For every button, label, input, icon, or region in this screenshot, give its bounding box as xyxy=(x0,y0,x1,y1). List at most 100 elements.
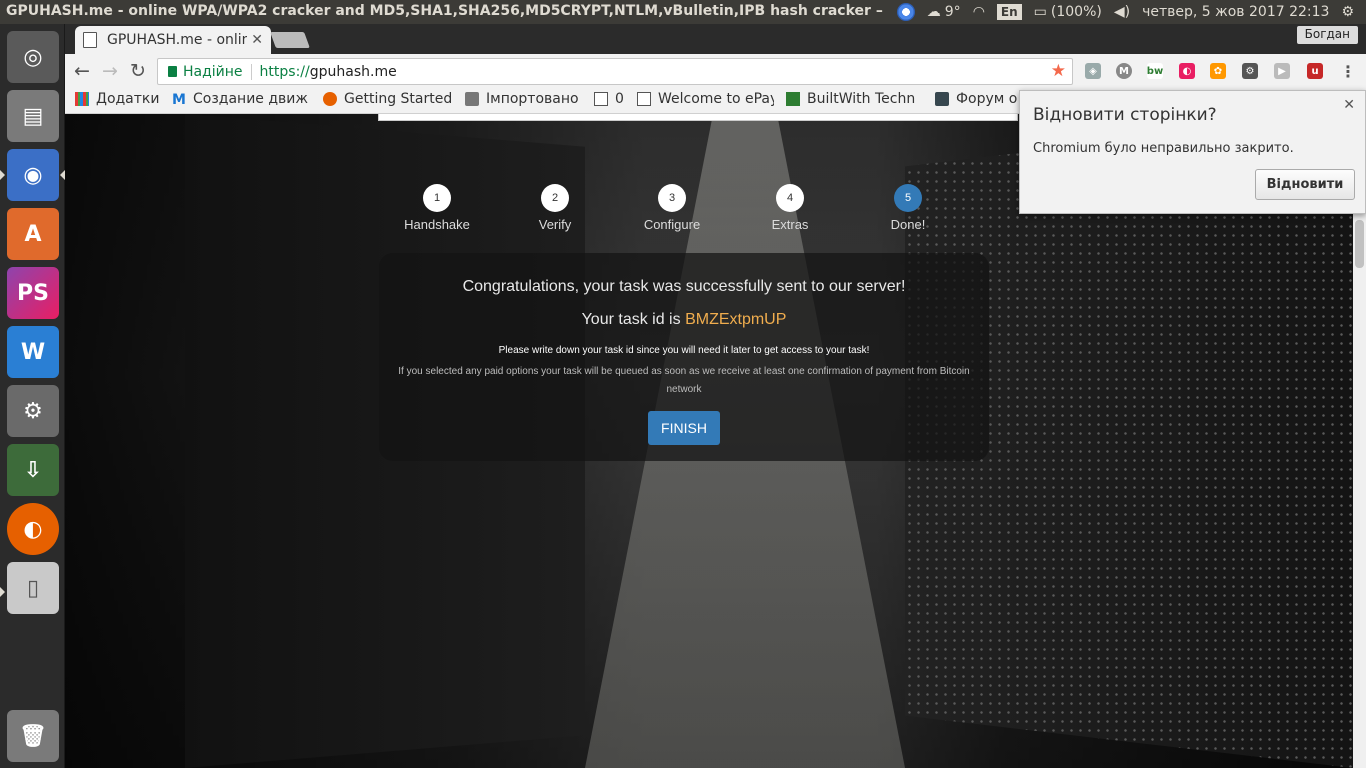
weather-indicator[interactable]: ☁ 9° xyxy=(927,4,961,20)
wifi-icon: ◠ xyxy=(972,4,985,20)
bookmark-epay[interactable]: Welcome to ePay xyxy=(637,91,774,107)
step-number: 1 xyxy=(423,184,451,212)
finish-button[interactable]: FINISH xyxy=(648,411,720,445)
success-panel: Congratulations, your task was successfu… xyxy=(379,253,989,461)
scrollbar-thumb[interactable] xyxy=(1355,220,1364,268)
url-host: gpuhash.me xyxy=(309,63,397,80)
tab-strip: GPUHASH.me - online WPA/WPA2 cracker ✕ Б… xyxy=(65,24,1366,54)
usb-drive-icon[interactable]: ▯ xyxy=(7,562,59,614)
task-id-prefix: Your task id is xyxy=(581,311,686,328)
omnibox-dropdown-edge xyxy=(378,114,1018,121)
page-icon xyxy=(637,92,651,106)
forum-icon xyxy=(935,92,949,106)
chromium-indicator[interactable] xyxy=(896,3,915,21)
terminal-download-icon[interactable]: ⇩ xyxy=(7,444,59,496)
shield-extension-icon[interactable]: ◈ xyxy=(1085,63,1101,79)
files-icon[interactable]: ▤ xyxy=(7,90,59,142)
system-settings-icon[interactable]: ⚙ xyxy=(7,385,59,437)
task-id-value: BMZExtpmUP xyxy=(685,311,787,328)
ubuntu-dash-icon[interactable]: ◎ xyxy=(7,31,59,83)
power-gear-icon: ⚙ xyxy=(1341,4,1354,20)
restore-title: Відновити сторінки? xyxy=(1033,105,1217,125)
profile-button[interactable]: Богдан xyxy=(1296,26,1358,44)
play-extension-icon[interactable]: ▶ xyxy=(1274,63,1290,79)
task-id-line: Your task id is BMZExtpmUP xyxy=(379,311,989,329)
tab-title: GPUHASH.me - online WPA/WPA2 cracker xyxy=(107,32,248,48)
step-label: Extras xyxy=(771,217,809,232)
bookmark-apps[interactable]: Додатки xyxy=(75,91,159,107)
bookmark-imported[interactable]: Імпортовано xyxy=(465,91,579,107)
trash-icon[interactable]: 🗑 xyxy=(7,710,59,762)
builtwith-extension-icon[interactable]: bw xyxy=(1147,63,1163,79)
session-indicator[interactable]: ⚙ xyxy=(1341,4,1354,20)
tab-close-icon[interactable]: ✕ xyxy=(251,32,263,48)
phpstorm-icon[interactable]: PS xyxy=(7,267,59,319)
bookmark-label: 0 xyxy=(615,91,624,107)
write-down-note: Please write down your task id since you… xyxy=(498,345,870,356)
step-label: Verify xyxy=(538,217,572,232)
bookmark-label: Welcome to ePay xyxy=(658,91,774,107)
keyboard-indicator[interactable]: En xyxy=(996,4,1022,20)
page-favicon-icon xyxy=(83,32,97,48)
restore-message: Chromium було неправильно закрито. xyxy=(1033,141,1294,156)
running-indicator xyxy=(0,587,5,597)
address-bar[interactable]: Надійне https://gpuhash.me ★ xyxy=(157,58,1073,85)
bookmark-builtwith[interactable]: BuiltWith Techn xyxy=(786,91,925,107)
clock-indicator[interactable]: четвер, 5 жов 2017 22:13 xyxy=(1142,4,1329,20)
m-extension-icon[interactable]: M xyxy=(1116,63,1132,79)
new-tab-button[interactable] xyxy=(270,32,310,48)
bookmark-label: Создание движ xyxy=(193,91,309,107)
software-center-icon[interactable]: A xyxy=(7,208,59,260)
wifi-indicator[interactable]: ◠ xyxy=(973,4,985,20)
gear-extension-icon[interactable]: ⚙ xyxy=(1242,63,1258,79)
window-title: GPUHASH.me - online WPA/WPA2 cracker and… xyxy=(6,3,886,19)
unity-launcher: ◎ ▤ ◉ A PS W ⚙ ⇩ ◐ ▯ 🗑 xyxy=(0,24,65,768)
bookmark-zero[interactable]: 0 xyxy=(594,91,624,107)
step-handshake: 1 Handshake xyxy=(387,184,487,232)
step-label: Configure xyxy=(643,217,701,232)
close-icon[interactable]: ✕ xyxy=(1343,97,1355,113)
wps-writer-icon[interactable]: W xyxy=(7,326,59,378)
bookmark-sozdanie[interactable]: M Создание движ xyxy=(172,91,312,107)
menu-kebab-icon[interactable]: ⋮ xyxy=(1340,62,1356,81)
vpn-extension-icon[interactable]: ◐ xyxy=(1179,63,1195,79)
bookmark-forum[interactable]: Форум о xyxy=(935,91,1021,107)
bookmark-label: Імпортовано xyxy=(486,91,579,107)
speaker-icon: ◀) xyxy=(1113,4,1131,20)
bookmark-label: BuiltWith Techn xyxy=(807,91,916,107)
reload-icon[interactable]: ↻ xyxy=(127,60,149,82)
page-icon xyxy=(594,92,608,106)
tab-gpuhash[interactable]: GPUHASH.me - online WPA/WPA2 cracker ✕ xyxy=(75,26,271,54)
apps-grid-icon xyxy=(75,92,89,106)
step-done: 5 Done! xyxy=(858,184,958,232)
chromium-tray-icon xyxy=(896,3,915,21)
restore-button[interactable]: Відновити xyxy=(1255,169,1355,200)
colorful-extension-icon[interactable]: ✿ xyxy=(1210,63,1226,79)
running-indicator xyxy=(0,170,5,180)
step-extras: 4 Extras xyxy=(740,184,840,232)
bookmark-star-icon[interactable]: ★ xyxy=(1051,61,1066,81)
firefox-icon[interactable]: ◐ xyxy=(7,503,59,555)
battery-icon: ▭ xyxy=(1033,4,1047,20)
browser-window: GPUHASH.me - online WPA/WPA2 cracker ✕ Б… xyxy=(65,24,1366,768)
firefox-icon xyxy=(323,92,337,106)
folder-icon xyxy=(465,92,479,106)
top-panel: GPUHASH.me - online WPA/WPA2 cracker and… xyxy=(0,0,1366,24)
chromium-icon[interactable]: ◉ xyxy=(7,149,59,201)
url-protocol: https:// xyxy=(259,63,310,80)
bookmark-label: Додатки xyxy=(96,91,160,107)
congrats-message: Congratulations, your task was successfu… xyxy=(462,278,906,295)
back-arrow-icon[interactable]: ← xyxy=(71,60,93,82)
clock: четвер, 5 жов 2017 22:13 xyxy=(1142,4,1330,20)
bookmark-getting-started[interactable]: Getting Started xyxy=(323,91,452,107)
sound-indicator[interactable]: ◀) xyxy=(1114,4,1130,20)
weather-temp: 9° xyxy=(944,4,961,20)
cloud-rain-icon: ☁ xyxy=(926,4,941,20)
step-number: 4 xyxy=(776,184,804,212)
system-tray: ☁ 9° ◠ En ▭ (100%) ◀) четвер, 5 жов 2017 2… xyxy=(896,0,1366,24)
battery-indicator[interactable]: ▭ (100%) xyxy=(1034,4,1102,20)
security-label: Надійне xyxy=(183,63,243,80)
ublock-extension-icon[interactable]: u xyxy=(1307,63,1323,79)
step-number: 3 xyxy=(658,184,686,212)
forward-arrow-icon[interactable]: → xyxy=(99,60,121,82)
